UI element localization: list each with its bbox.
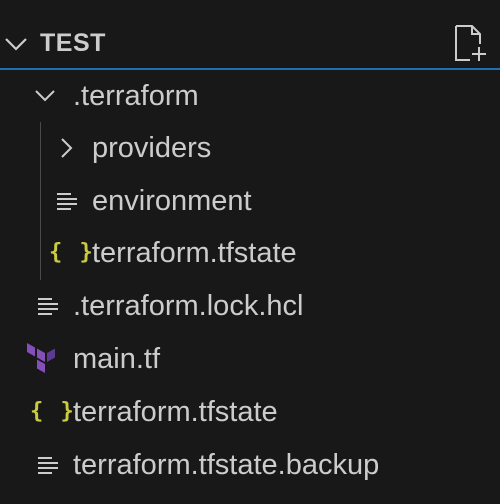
new-file-icon[interactable] (448, 22, 490, 64)
tree-item-label: providers (92, 132, 212, 164)
tree-item-label: .terraform (73, 80, 199, 112)
explorer-section-header[interactable]: TEST (0, 16, 500, 70)
json-braces-icon: { } (30, 399, 76, 424)
tree-item-main-tf[interactable]: main.tf (0, 333, 500, 385)
lines-file-icon (38, 298, 58, 315)
lines-file-icon (57, 193, 77, 210)
tree-item-environment-file[interactable]: environment (0, 175, 500, 227)
tree-item-tfstate-backup[interactable]: terraform.tfstate.backup (0, 439, 500, 491)
lines-file-icon (38, 457, 58, 474)
chevron-right-icon[interactable] (54, 136, 78, 160)
tree-item-providers-folder[interactable]: providers (0, 122, 500, 174)
chevron-down-icon[interactable] (3, 31, 29, 57)
file-explorer: TEST .terraform providers environment {… (0, 0, 500, 504)
tree-item-tfstate-nested[interactable]: { } terraform.tfstate (0, 227, 500, 279)
tree-item-label: .terraform.lock.hcl (73, 290, 304, 322)
terraform-icon (27, 343, 55, 373)
json-braces-icon: { } (49, 240, 95, 265)
tree-item-label: environment (92, 185, 252, 217)
chevron-down-icon[interactable] (33, 84, 57, 108)
tree-item-label: main.tf (73, 343, 161, 375)
tree-item-label: terraform.tfstate (73, 396, 278, 428)
tree-item-label: terraform.tfstate (92, 237, 297, 269)
tree-item-lock-file[interactable]: .terraform.lock.hcl (0, 280, 500, 332)
tree-item-label: terraform.tfstate.backup (73, 449, 380, 481)
tree-item-terraform-folder[interactable]: .terraform (0, 70, 500, 122)
tree-item-tfstate[interactable]: { } terraform.tfstate (0, 386, 500, 438)
section-title: TEST (40, 29, 106, 57)
